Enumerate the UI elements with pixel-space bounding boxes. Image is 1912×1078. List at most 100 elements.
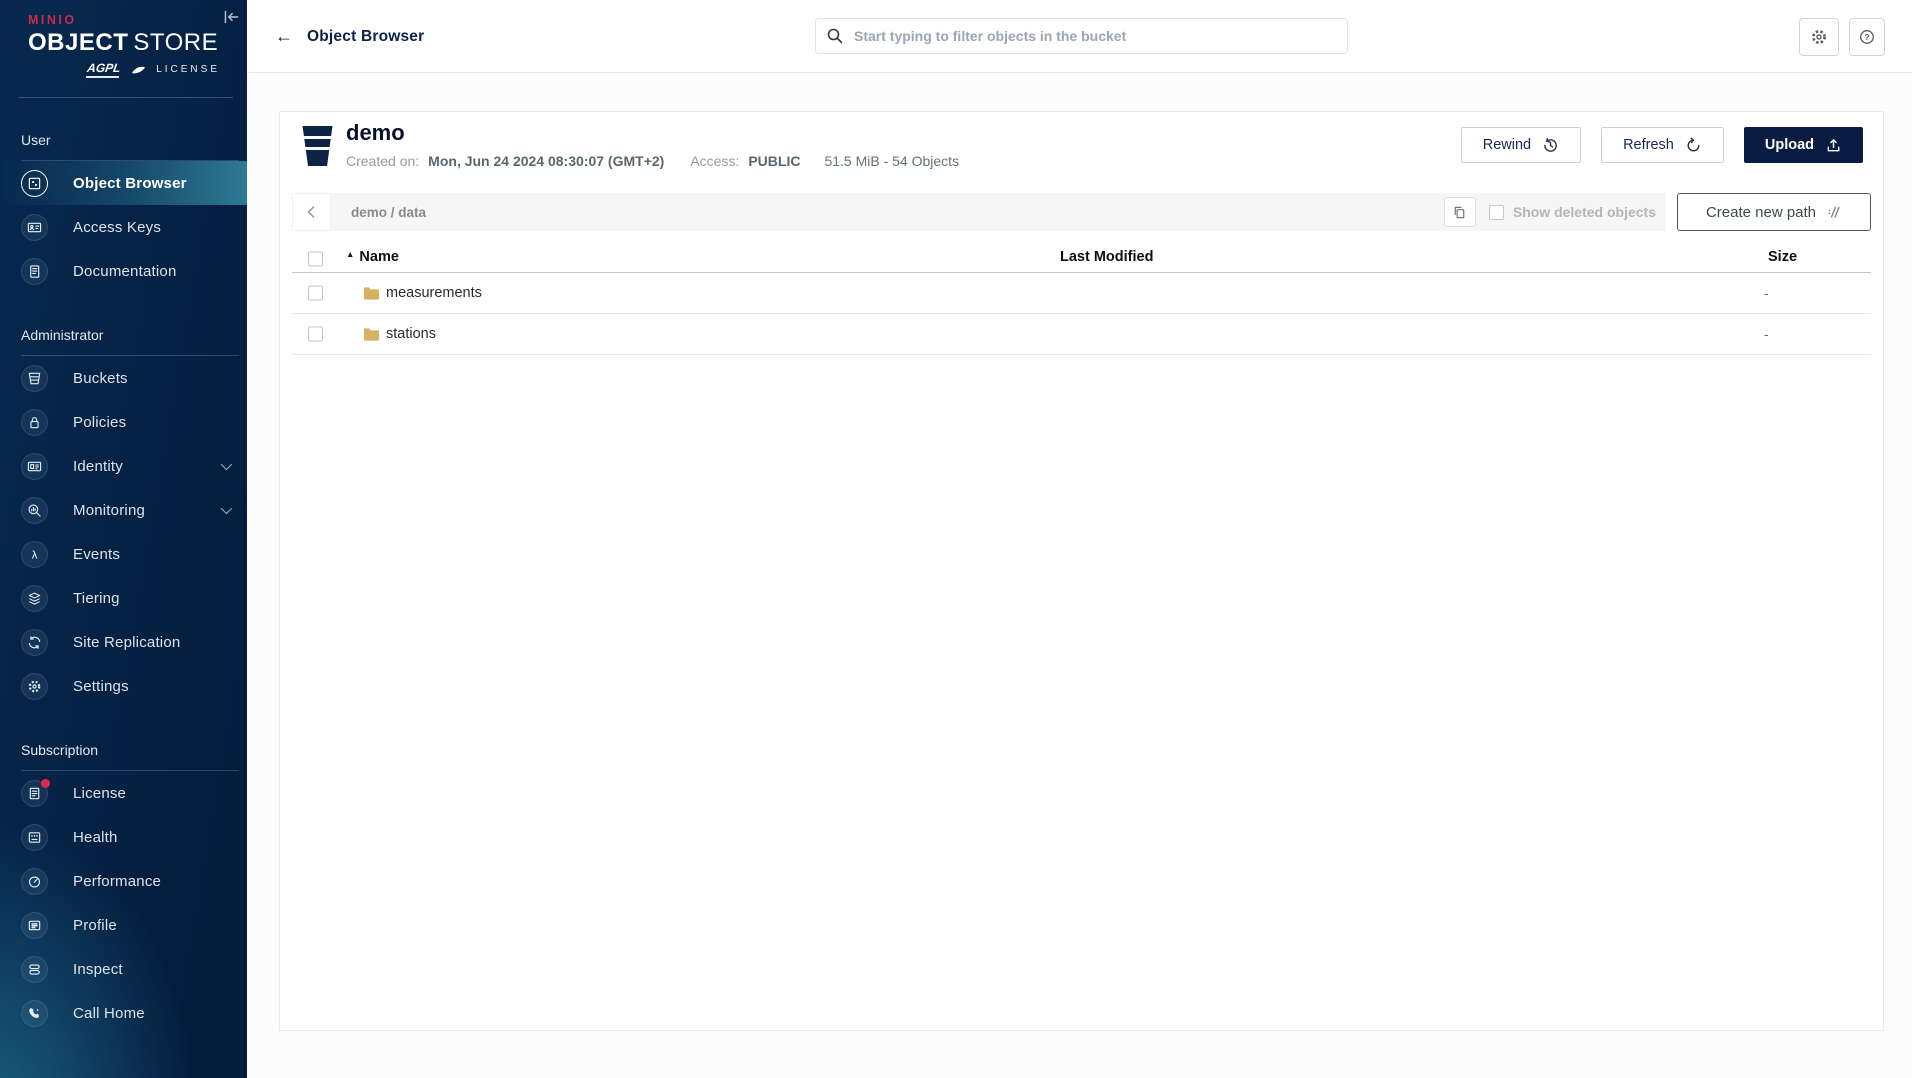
- help-button[interactable]: ?: [1849, 18, 1885, 56]
- topbar-actions: ?: [1799, 18, 1885, 56]
- sidebar-item-tiering[interactable]: Tiering: [0, 576, 247, 620]
- sidebar-item-identity[interactable]: Identity: [0, 444, 247, 488]
- sidebar-item-settings[interactable]: Settings: [0, 664, 247, 708]
- brand-wordmark: MINIO: [28, 13, 220, 27]
- refresh-button[interactable]: Refresh: [1601, 127, 1724, 163]
- sidebar-item-label: Call Home: [73, 1005, 145, 1022]
- sidebar-item-call-home[interactable]: Call Home: [0, 991, 247, 1035]
- sidebar-item-monitoring[interactable]: Monitoring: [0, 488, 247, 532]
- license-word: LICENSE: [156, 64, 220, 75]
- tiering-icon: [21, 585, 48, 612]
- sidebar-item-site-replication[interactable]: Site Replication: [0, 620, 247, 664]
- sidebar-item-label: Performance: [73, 873, 161, 890]
- monitoring-icon: [21, 497, 48, 524]
- size-cell: -: [1764, 285, 1769, 301]
- show-deleted-label: Show deleted objects: [1513, 204, 1656, 220]
- row-checkbox[interactable]: [308, 286, 323, 301]
- new-path-icon: [1826, 204, 1842, 220]
- sidebar-item-license[interactable]: License: [0, 771, 247, 815]
- collapse-sidebar-icon[interactable]: [221, 7, 241, 27]
- rewind-button[interactable]: Rewind: [1461, 127, 1581, 163]
- upload-label: Upload: [1765, 137, 1814, 153]
- page-head: ← Object Browser: [275, 0, 424, 73]
- agpl-badge: AGPL: [86, 61, 122, 78]
- browser-toolbar: demo / data Show deleted objects Create …: [292, 193, 1871, 231]
- table-row-stations[interactable]: stations -: [292, 314, 1871, 355]
- sidebar-item-health[interactable]: Health: [0, 815, 247, 859]
- settings-button[interactable]: [1799, 18, 1839, 56]
- object-name-cell[interactable]: stations: [363, 326, 436, 342]
- show-deleted-toggle: Show deleted objects: [1489, 204, 1656, 220]
- sidebar-nav: User Object Browser Access Keys Document…: [0, 124, 247, 1035]
- sidebar-item-performance[interactable]: Performance: [0, 859, 247, 903]
- sidebar: MINIO OBJECTSTORE AGPL LICENSE User Obje…: [0, 0, 247, 1078]
- copy-path-button[interactable]: [1444, 197, 1476, 227]
- column-header-last-modified[interactable]: Last Modified: [1060, 249, 1153, 265]
- gear-icon: [1810, 28, 1828, 46]
- objects-table: ▲ Name Last Modified Size measurements -: [292, 246, 1871, 355]
- bucket-browser-card: demo Created on: Mon, Jun 24 2024 08:30:…: [279, 111, 1884, 1031]
- sidebar-item-label: Settings: [73, 678, 129, 695]
- sidebar-item-documentation[interactable]: Documentation: [0, 249, 247, 293]
- show-deleted-checkbox[interactable]: [1489, 205, 1504, 220]
- created-value: Mon, Jun 24 2024 08:30:07 (GMT+2): [428, 153, 664, 169]
- sidebar-item-label: Tiering: [73, 590, 120, 607]
- breadcrumb[interactable]: demo / data: [351, 205, 426, 220]
- column-header-size[interactable]: Size: [1768, 249, 1797, 265]
- license-badges: AGPL LICENSE: [28, 61, 220, 78]
- content-area: demo Created on: Mon, Jun 24 2024 08:30:…: [247, 73, 1912, 1078]
- profile-icon: [21, 912, 48, 939]
- search-icon: [826, 27, 844, 45]
- identity-icon: [21, 453, 48, 480]
- site-replication-icon: [21, 629, 48, 656]
- sidebar-item-access-keys[interactable]: Access Keys: [0, 205, 247, 249]
- inspect-icon: [21, 956, 48, 983]
- folder-icon: [363, 286, 380, 300]
- access-value[interactable]: PUBLIC: [748, 153, 800, 169]
- health-icon: [21, 824, 48, 851]
- object-browser-icon: [21, 170, 48, 197]
- sidebar-item-label: Buckets: [73, 370, 128, 387]
- created-label: Created on:: [346, 153, 419, 169]
- upload-button[interactable]: Upload: [1744, 127, 1863, 163]
- sidebar-item-profile[interactable]: Profile: [0, 903, 247, 947]
- sidebar-item-inspect[interactable]: Inspect: [0, 947, 247, 991]
- chevron-down-icon[interactable]: [221, 503, 232, 514]
- chevron-left-icon: [303, 203, 321, 221]
- column-header-name[interactable]: ▲ Name: [346, 249, 399, 265]
- divider: [18, 97, 233, 98]
- sidebar-item-object-browser[interactable]: Object Browser: [0, 161, 247, 205]
- section-title-administrator: Administrator: [21, 325, 247, 345]
- settings-gear-icon: [21, 673, 48, 700]
- sort-asc-icon: ▲: [346, 249, 354, 259]
- bucket-meta: Created on: Mon, Jun 24 2024 08:30:07 (G…: [346, 153, 959, 169]
- size-cell: -: [1764, 326, 1769, 342]
- refresh-icon: [1685, 137, 1702, 154]
- topbar: ← Object Browser ?: [247, 0, 1912, 73]
- page-title: Object Browser: [307, 28, 424, 46]
- sidebar-item-label: Documentation: [73, 263, 177, 280]
- bucket-stats: 51.5 MiB - 54 Objects: [824, 153, 959, 169]
- sidebar-item-label: Site Replication: [73, 634, 180, 651]
- sidebar-item-label: Object Browser: [73, 175, 187, 192]
- chevron-down-icon[interactable]: [221, 459, 232, 470]
- section-title-user: User: [21, 130, 247, 150]
- sidebar-item-events[interactable]: λ Events: [0, 532, 247, 576]
- bucket-name: demo: [346, 120, 405, 146]
- bucket-actions: Rewind Refresh Upload: [1461, 127, 1863, 163]
- row-checkbox[interactable]: [308, 327, 323, 342]
- table-header: ▲ Name Last Modified Size: [292, 246, 1871, 273]
- search-input[interactable]: [815, 18, 1348, 54]
- select-all-checkbox[interactable]: [308, 252, 323, 267]
- sidebar-item-policies[interactable]: Policies: [0, 400, 247, 444]
- path-back-button[interactable]: [292, 193, 331, 231]
- create-new-path-button[interactable]: Create new path: [1677, 193, 1871, 231]
- swoosh-icon: [130, 65, 146, 75]
- policies-icon: [21, 409, 48, 436]
- folder-icon: [363, 327, 380, 341]
- object-name-cell[interactable]: measurements: [363, 285, 482, 301]
- back-arrow-icon[interactable]: ←: [275, 26, 293, 47]
- sidebar-item-buckets[interactable]: Buckets: [0, 356, 247, 400]
- copy-icon: [1452, 205, 1467, 220]
- table-row-measurements[interactable]: measurements -: [292, 273, 1871, 314]
